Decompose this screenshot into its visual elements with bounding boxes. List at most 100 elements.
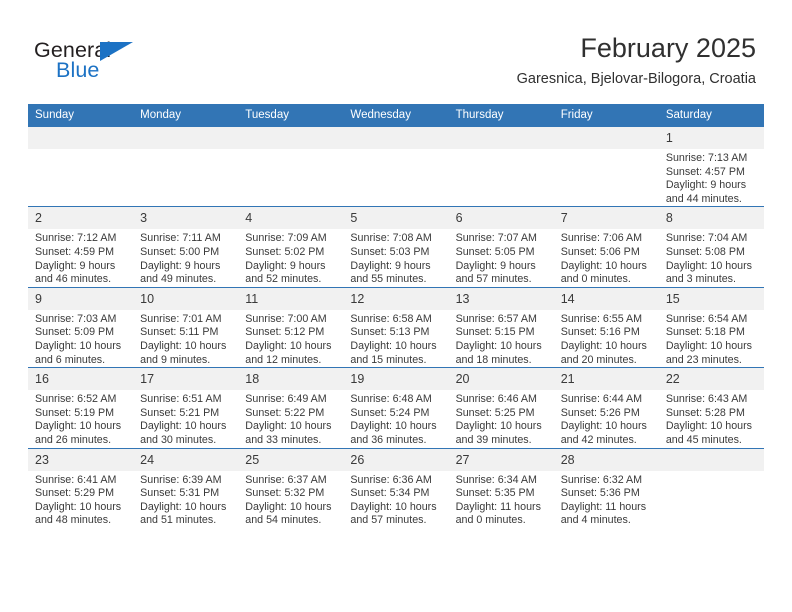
daylight-duration-line1: Daylight: 9 hours xyxy=(245,259,326,272)
sunrise-time: Sunrise: 6:55 AM xyxy=(560,312,643,325)
calendar-day-cell[interactable]: 8 Sunrise: 7:04 AM Sunset: 5:08 PM Daylight… xyxy=(658,206,764,288)
day-sun-info: Sunrise: 6:36 AM Sunset: 5:34 PM Daylight:… xyxy=(343,471,448,528)
calendar-day-cell[interactable]: 24 Sunrise: 6:39 AM Sunset: 5:31 PM Dayligh… xyxy=(133,447,239,528)
daylight-duration-line2: and 55 minutes. xyxy=(350,273,427,286)
day-sun-info: Sunrise: 6:51 AM Sunset: 5:21 PM Daylight:… xyxy=(133,390,238,447)
sunrise-time: Sunrise: 7:00 AM xyxy=(245,312,327,325)
daylight-duration-line1: Daylight: 10 hours xyxy=(245,500,332,513)
sunrise-time: Sunrise: 6:36 AM xyxy=(350,473,432,486)
sunset-time: Sunset: 5:25 PM xyxy=(455,406,535,419)
sunset-time: Sunset: 5:15 PM xyxy=(455,326,535,339)
daylight-duration-line1: Daylight: 9 hours xyxy=(665,179,747,192)
sunset-time: Sunset: 5:22 PM xyxy=(245,406,325,419)
day-sun-info: Sunrise: 7:04 AM Sunset: 5:08 PM Daylight:… xyxy=(659,229,764,286)
calendar-day-cell[interactable]: 4 Sunrise: 7:09 AM Sunset: 5:02 PM Daylight… xyxy=(238,206,344,288)
daylight-duration-line2: and 26 minutes. xyxy=(35,433,112,446)
day-number: 21 xyxy=(553,368,659,391)
daylight-duration-line2: and 48 minutes. xyxy=(35,514,112,527)
calendar-day-cell[interactable]: 26 Sunrise: 6:36 AM Sunset: 5:34 PM Dayligh… xyxy=(343,447,449,528)
sunset-time: Sunset: 5:00 PM xyxy=(140,245,220,258)
daylight-duration-line1: Daylight: 10 hours xyxy=(665,259,752,272)
day-number: 10 xyxy=(133,287,239,310)
page-header: General Blue February 2025 Garesnica, Bj… xyxy=(0,0,792,100)
calendar-day-cell[interactable]: 3 Sunrise: 7:11 AM Sunset: 5:00 PM Daylight… xyxy=(133,206,239,288)
sunrise-time: Sunrise: 6:44 AM xyxy=(560,393,643,406)
day-number-empty xyxy=(553,127,659,149)
sunrise-time: Sunrise: 7:03 AM xyxy=(35,312,117,325)
daylight-duration-line1: Daylight: 9 hours xyxy=(350,259,431,272)
sunset-time: Sunset: 5:03 PM xyxy=(350,245,430,258)
calendar-cell-empty xyxy=(28,127,134,207)
generalblue-logo[interactable]: General Blue xyxy=(34,38,194,88)
sunrise-time: Sunrise: 6:49 AM xyxy=(245,393,327,406)
sunrise-time: Sunrise: 7:04 AM xyxy=(665,232,748,245)
calendar-day-cell[interactable]: 15 Sunrise: 6:54 AM Sunset: 5:18 PM Dayligh… xyxy=(658,286,764,368)
calendar-day-cell[interactable]: 19 Sunrise: 6:48 AM Sunset: 5:24 PM Dayligh… xyxy=(343,367,449,448)
calendar-day-cell[interactable]: 16 Sunrise: 6:52 AM Sunset: 5:19 PM Dayligh… xyxy=(28,367,134,448)
calendar-day-cell[interactable]: 14 Sunrise: 6:55 AM Sunset: 5:16 PM Dayligh… xyxy=(553,286,659,368)
calendar-day-cell[interactable]: 1 Sunrise: 7:13 AM Sunset: 4:57 PM Daylight… xyxy=(658,127,764,207)
day-number: 15 xyxy=(658,287,764,310)
day-number: 3 xyxy=(133,207,239,230)
weekday-header-wednesday: Wednesday xyxy=(343,104,449,127)
daylight-duration-line2: and 39 minutes. xyxy=(455,433,532,446)
day-number: 13 xyxy=(448,287,554,310)
day-sun-info: Sunrise: 6:57 AM Sunset: 5:15 PM Daylight:… xyxy=(449,310,554,367)
daylight-duration-line1: Daylight: 10 hours xyxy=(665,339,752,352)
calendar-day-cell[interactable]: 21 Sunrise: 6:44 AM Sunset: 5:26 PM Dayligh… xyxy=(553,367,659,448)
calendar-day-cell[interactable]: 23 Sunrise: 6:41 AM Sunset: 5:29 PM Dayligh… xyxy=(28,447,134,528)
calendar-day-cell[interactable]: 28 Sunrise: 6:32 AM Sunset: 5:36 PM Dayligh… xyxy=(553,447,659,528)
calendar-cell-empty xyxy=(133,127,239,207)
day-sun-info: Sunrise: 7:03 AM Sunset: 5:09 PM Daylight:… xyxy=(28,310,133,367)
daylight-duration-line2: and 36 minutes. xyxy=(350,433,427,446)
sunrise-time: Sunrise: 6:54 AM xyxy=(665,312,748,325)
daylight-duration-line2: and 4 minutes. xyxy=(560,514,631,527)
sunset-time: Sunset: 5:18 PM xyxy=(665,326,745,339)
calendar-day-cell[interactable]: 5 Sunrise: 7:08 AM Sunset: 5:03 PM Daylight… xyxy=(343,206,449,288)
calendar-day-cell[interactable]: 22 Sunrise: 6:43 AM Sunset: 5:28 PM Dayligh… xyxy=(658,367,764,448)
calendar-day-cell[interactable]: 25 Sunrise: 6:37 AM Sunset: 5:32 PM Dayligh… xyxy=(238,447,344,528)
day-number: 19 xyxy=(343,368,449,391)
calendar-day-cell[interactable]: 13 Sunrise: 6:57 AM Sunset: 5:15 PM Dayligh… xyxy=(448,286,554,368)
sunset-time: Sunset: 5:16 PM xyxy=(560,326,640,339)
day-sun-info: Sunrise: 7:00 AM Sunset: 5:12 PM Daylight:… xyxy=(238,310,343,367)
sunrise-time: Sunrise: 6:52 AM xyxy=(35,393,117,406)
calendar-day-cell[interactable]: 9 Sunrise: 7:03 AM Sunset: 5:09 PM Daylight… xyxy=(28,286,134,368)
day-number-empty xyxy=(28,127,134,149)
calendar-day-cell[interactable]: 7 Sunrise: 7:06 AM Sunset: 5:06 PM Daylight… xyxy=(553,206,659,288)
calendar-week-row: 9 Sunrise: 7:03 AM Sunset: 5:09 PM Daylight… xyxy=(28,286,764,368)
day-number: 26 xyxy=(343,448,449,471)
day-sun-info: Sunrise: 6:48 AM Sunset: 5:24 PM Daylight:… xyxy=(343,390,448,447)
calendar-day-cell[interactable]: 17 Sunrise: 6:51 AM Sunset: 5:21 PM Dayligh… xyxy=(133,367,239,448)
weekday-header-friday: Friday xyxy=(553,104,659,127)
calendar-day-cell[interactable]: 20 Sunrise: 6:46 AM Sunset: 5:25 PM Dayligh… xyxy=(448,367,554,448)
title-block: February 2025 Garesnica, Bjelovar-Bilogo… xyxy=(517,32,756,89)
day-number: 7 xyxy=(553,207,659,230)
calendar-day-cell[interactable]: 27 Sunrise: 6:34 AM Sunset: 5:35 PM Dayligh… xyxy=(448,447,554,528)
daylight-duration-line1: Daylight: 10 hours xyxy=(665,420,752,433)
day-number: 14 xyxy=(553,287,659,310)
daylight-duration-line2: and 0 minutes. xyxy=(455,514,526,527)
daylight-duration-line2: and 23 minutes. xyxy=(665,353,742,366)
calendar-page: General Blue February 2025 Garesnica, Bj… xyxy=(0,0,792,612)
daylight-duration-line1: Daylight: 10 hours xyxy=(455,420,542,433)
daylight-duration-line2: and 52 minutes. xyxy=(245,273,322,286)
day-sun-info: Sunrise: 6:46 AM Sunset: 5:25 PM Daylight:… xyxy=(449,390,554,447)
calendar-day-cell[interactable]: 2 Sunrise: 7:12 AM Sunset: 4:59 PM Daylight… xyxy=(28,206,134,288)
daylight-duration-line2: and 15 minutes. xyxy=(350,353,427,366)
day-number: 1 xyxy=(658,127,764,149)
day-number: 4 xyxy=(238,207,344,230)
calendar-week-row: 23 Sunrise: 6:41 AM Sunset: 5:29 PM Dayligh… xyxy=(28,447,764,528)
sunrise-time: Sunrise: 6:58 AM xyxy=(350,312,432,325)
day-number: 27 xyxy=(448,448,554,471)
calendar-day-cell[interactable]: 10 Sunrise: 7:01 AM Sunset: 5:11 PM Dayligh… xyxy=(133,286,239,368)
calendar-day-cell[interactable]: 12 Sunrise: 6:58 AM Sunset: 5:13 PM Dayligh… xyxy=(343,286,449,368)
calendar-day-cell[interactable]: 11 Sunrise: 7:00 AM Sunset: 5:12 PM Dayligh… xyxy=(238,286,344,368)
day-number: 24 xyxy=(133,448,239,471)
sunrise-time: Sunrise: 6:32 AM xyxy=(560,473,643,486)
daylight-duration-line2: and 3 minutes. xyxy=(665,273,736,286)
day-sun-info: Sunrise: 6:41 AM Sunset: 5:29 PM Daylight:… xyxy=(28,471,133,528)
calendar-day-cell[interactable]: 18 Sunrise: 6:49 AM Sunset: 5:22 PM Dayligh… xyxy=(238,367,344,448)
calendar-day-cell[interactable]: 6 Sunrise: 7:07 AM Sunset: 5:05 PM Daylight… xyxy=(448,206,554,288)
sunrise-time: Sunrise: 6:57 AM xyxy=(455,312,537,325)
